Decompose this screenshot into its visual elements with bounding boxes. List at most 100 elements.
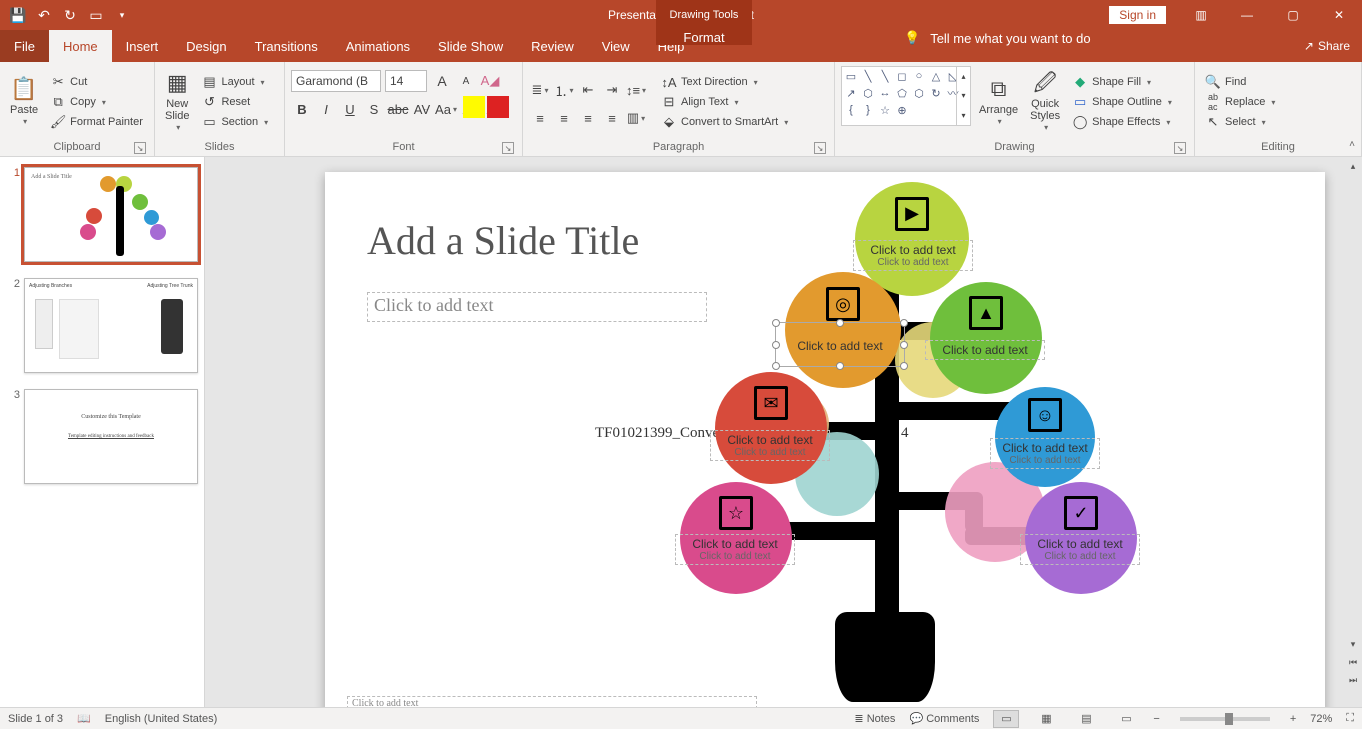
normal-view-icon[interactable]: ▭ [993,710,1019,728]
slide-thumbnail-panel[interactable]: 1 Add a Slide Title 2 Adjusting Branches [0,157,205,707]
paste-button[interactable]: 📋Paste [6,66,42,138]
textbox-blue[interactable]: Click to add textClick to add text [990,438,1100,469]
font-color-button[interactable]: A [483,98,505,120]
slide-count[interactable]: Slide 1 of 3 [8,713,63,725]
shadow-button[interactable]: S [363,98,385,120]
circle-green[interactable]: ▲ [930,282,1042,394]
sorter-view-icon[interactable]: ▦ [1033,710,1059,728]
shape-fill-button[interactable]: ◆Shape Fill [1068,73,1176,91]
next-slide-icon[interactable]: ⏭ [1344,671,1362,689]
slideshow-view-icon[interactable]: ▭ [1113,710,1139,728]
tab-review[interactable]: Review [517,30,588,62]
shape-outline-button[interactable]: ▭Shape Outline [1068,93,1176,111]
gallery-down-icon[interactable]: ▾ [957,86,970,105]
circle-blue[interactable]: ☺ [995,387,1095,487]
fit-to-window-icon[interactable]: ⛶ [1346,712,1354,725]
qat-customize-icon[interactable]: ▾ [110,3,134,27]
thumbnail-2[interactable]: Adjusting Branches Adjusting Tree Trunk [24,278,198,373]
italic-button[interactable]: I [315,98,337,120]
gallery-more-icon[interactable]: ▾ [957,106,970,125]
highlight-button[interactable]: A [459,98,481,120]
reset-button[interactable]: ↺Reset [197,93,272,111]
circle-red[interactable]: ✉ [715,372,827,484]
textbox-lime[interactable]: Click to add textClick to add text [853,240,973,271]
tab-design[interactable]: Design [172,30,240,62]
textbox-magenta[interactable]: Click to add textClick to add text [675,534,795,565]
tab-file[interactable]: File [0,30,49,62]
align-right-icon[interactable]: ≡ [577,107,599,129]
shape-effects-button[interactable]: ◯Shape Effects [1068,113,1176,131]
thumbnail-3[interactable]: Customize this Template Template editing… [24,389,198,484]
textbox-red[interactable]: Click to add textClick to add text [710,430,830,461]
comments-button[interactable]: 💬 Comments [909,712,979,725]
copy-button[interactable]: ⧉Copy [46,93,147,111]
replace-button[interactable]: abacReplace [1201,93,1279,111]
slide-editor[interactable]: Add a Slide Title Click to add text Clic… [205,157,1362,707]
font-name-combo[interactable]: Garamond (B [291,70,381,92]
save-icon[interactable]: 💾 [6,3,30,27]
undo-icon[interactable]: ↶ [32,3,56,27]
tell-me-search[interactable]: 💡 Tell me what you want to do [904,30,1091,46]
line-spacing-icon[interactable]: ↕≡ [625,79,647,101]
char-spacing-button[interactable]: AV↔ [411,98,433,120]
slide-canvas[interactable]: Add a Slide Title Click to add text Clic… [325,172,1325,707]
smartart-button[interactable]: ⬙Convert to SmartArt [657,113,792,131]
tab-insert[interactable]: Insert [112,30,173,62]
vertical-scrollbar[interactable]: ▴ ▾ ⏮ ⏭ [1344,157,1362,689]
underline-button[interactable]: U [339,98,361,120]
tab-home[interactable]: Home [49,30,112,62]
thumb-slot-3[interactable]: 3 Customize this Template Template editi… [0,387,204,498]
zoom-slider[interactable] [1180,717,1270,721]
columns-icon[interactable]: ▥ [625,107,647,129]
zoom-out-icon[interactable]: − [1153,713,1159,725]
cut-button[interactable]: ✂Cut [46,73,147,91]
paragraph-launcher-icon[interactable]: ↘ [814,142,826,154]
prev-slide-icon[interactable]: ⏮ [1344,653,1362,671]
increase-indent-icon[interactable]: ⇥ [601,79,623,101]
font-size-combo[interactable]: 14 [385,70,427,92]
spellcheck-icon[interactable]: 📖 [77,712,91,725]
format-painter-button[interactable]: 🖌Format Painter [46,113,147,131]
justify-icon[interactable]: ≡ [601,107,623,129]
shapes-gallery[interactable]: ▭╲╲◻○△ ◺↗⬡↔⬠⬡ ↻〰{}☆⊕ ▴▾▾ [841,66,971,126]
align-center-icon[interactable]: ≡ [553,107,575,129]
notes-button[interactable]: ≣ Notes [854,712,895,725]
scroll-down-icon[interactable]: ▾ [1344,635,1362,653]
align-text-button[interactable]: ⊟Align Text [657,93,792,111]
font-launcher-icon[interactable]: ↘ [502,142,514,154]
text-direction-button[interactable]: ↕AText Direction [657,73,792,91]
drawing-launcher-icon[interactable]: ↘ [1174,142,1186,154]
find-button[interactable]: 🔍Find [1201,73,1279,91]
zoom-percent[interactable]: 72% [1310,713,1332,725]
tab-format[interactable]: Format [656,30,752,45]
close-icon[interactable]: ✕ [1316,0,1362,30]
share-button[interactable]: ↗ Share [1304,30,1350,62]
align-left-icon[interactable]: ≡ [529,107,551,129]
zoom-in-icon[interactable]: + [1290,713,1296,725]
bullets-button[interactable]: ≣ [529,79,551,101]
textbox-purple[interactable]: Click to add textClick to add text [1020,534,1140,565]
language-status[interactable]: English (United States) [105,713,218,725]
layout-button[interactable]: ▤Layout [197,73,272,91]
tab-transitions[interactable]: Transitions [241,30,332,62]
textbox-green[interactable]: Click to add text [925,340,1045,360]
reading-view-icon[interactable]: ▤ [1073,710,1099,728]
slide-footer-placeholder[interactable]: Click to add text [347,696,757,707]
tab-view[interactable]: View [588,30,644,62]
tree-base[interactable] [835,612,935,702]
slide-title-placeholder[interactable]: Add a Slide Title [367,217,639,264]
select-button[interactable]: ↖Select [1201,113,1279,131]
slide-subtitle-placeholder[interactable]: Click to add text [367,292,707,322]
collapse-ribbon-icon[interactable]: ˄ [1349,139,1355,150]
sign-in-button[interactable]: Sign in [1109,6,1166,24]
textbox-orange-selected[interactable]: Click to add text [775,322,905,367]
decrease-indent-icon[interactable]: ⇤ [577,79,599,101]
bold-button[interactable]: B [291,98,313,120]
redo-icon[interactable]: ↻ [58,3,82,27]
scroll-up-icon[interactable]: ▴ [1344,157,1362,175]
gallery-up-icon[interactable]: ▴ [957,67,970,86]
strikethrough-button[interactable]: abc [387,98,409,120]
arrange-button[interactable]: ⧉Arrange [975,66,1022,138]
thumbnail-1[interactable]: Add a Slide Title [24,167,198,262]
grow-font-icon[interactable]: A [431,70,453,92]
